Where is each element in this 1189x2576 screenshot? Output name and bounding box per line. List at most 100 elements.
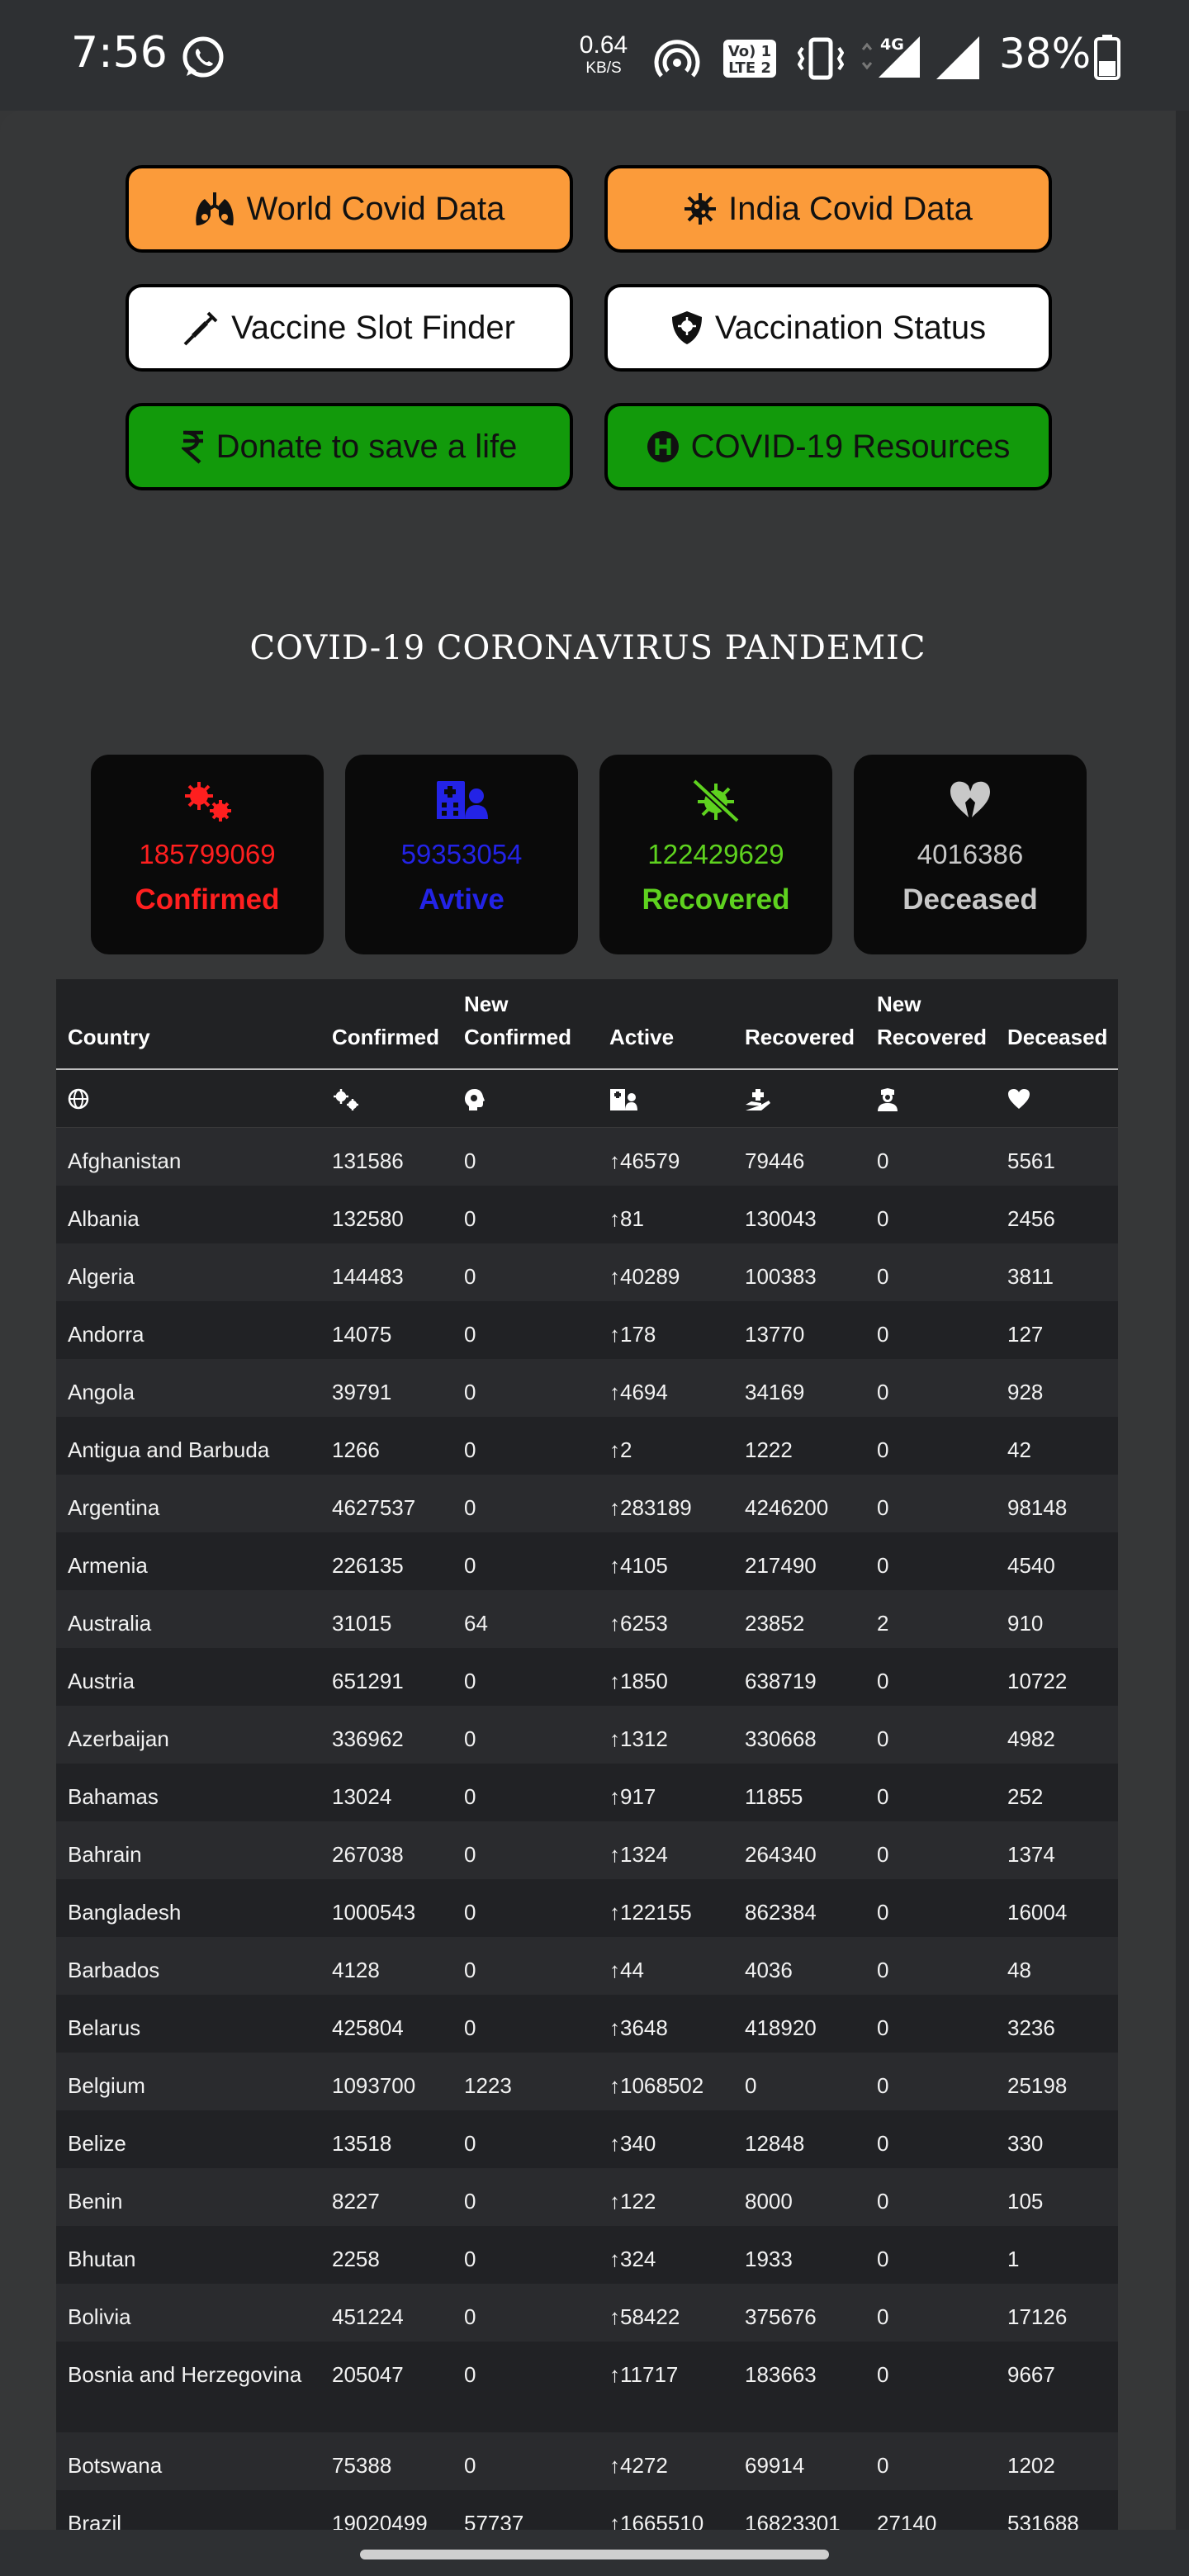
viruses-icon: [185, 782, 231, 822]
header-new-confirmed[interactable]: New Confirmed: [464, 987, 588, 1054]
cell-active: ↑46579: [609, 1148, 680, 1173]
table-row[interactable]: Belgium 1093700 1223 ↑1068502 0 0 25198: [56, 2053, 1118, 2110]
cell-new-recovered: 0: [877, 1900, 889, 1925]
cell-deceased: 9667: [1007, 2362, 1055, 2387]
cell-new-confirmed: 0: [464, 1958, 476, 1982]
vaccination-status-label: Vaccination Status: [714, 309, 987, 346]
cell-new-confirmed: 0: [464, 1148, 476, 1173]
table-row[interactable]: Barbados 4128 0 ↑44 4036 0 48: [56, 1937, 1118, 1995]
cell-country: Benin: [68, 2189, 123, 2214]
table-row[interactable]: Angola 39791 0 ↑4694 34169 0 928: [56, 1359, 1118, 1417]
cell-confirmed: 8227: [332, 2189, 380, 2214]
covid-resources-button[interactable]: COVID-19 Resources: [604, 403, 1052, 490]
cell-active: ↑917: [609, 1784, 656, 1809]
cell-confirmed: 336962: [332, 1726, 404, 1751]
table-row[interactable]: Bahrain 267038 0 ↑1324 264340 0 1374: [56, 1821, 1118, 1879]
table-row[interactable]: Austria 651291 0 ↑1850 638719 0 10722: [56, 1648, 1118, 1706]
cell-country: Afghanistan: [68, 1148, 182, 1173]
signal-4g-icon: 4G: [861, 36, 920, 78]
vaccination-status-button[interactable]: Vaccination Status: [604, 284, 1052, 372]
cell-new-confirmed: 0: [464, 1669, 476, 1693]
network-type-label: 4G: [880, 36, 904, 54]
cell-country: Andorra: [68, 1322, 144, 1347]
header-deceased[interactable]: Deceased: [1007, 1020, 1107, 1054]
lungs-virus-icon: [195, 192, 234, 225]
table-row[interactable]: Bolivia 451224 0 ↑58422 375676 0 17126: [56, 2284, 1118, 2342]
table-row[interactable]: Albania 132580 0 ↑81 130043 0 2456: [56, 1186, 1118, 1243]
world-covid-data-button[interactable]: World Covid Data: [126, 165, 573, 253]
cell-new-confirmed: 0: [464, 1553, 476, 1578]
stat-recovered: 122429629 Recovered: [599, 755, 832, 954]
cell-new-recovered: 0: [877, 1669, 889, 1693]
cell-recovered: 330668: [745, 1726, 817, 1751]
cell-country: Bahrain: [68, 1842, 142, 1867]
cell-confirmed: 39791: [332, 1380, 392, 1404]
table-row[interactable]: Bhutan 2258 0 ↑324 1933 0 1: [56, 2226, 1118, 2284]
confirmed-count: 185799069: [139, 839, 276, 869]
cell-deceased: 4540: [1007, 1553, 1055, 1578]
vaccine-slot-finder-button[interactable]: Vaccine Slot Finder: [126, 284, 573, 372]
table-row[interactable]: Algeria 144483 0 ↑40289 100383 0 3811: [56, 1243, 1118, 1301]
donate-button[interactable]: Donate to save a life: [126, 403, 573, 490]
hotspot-icon: [654, 40, 700, 78]
cell-deceased: 2456: [1007, 1206, 1055, 1231]
cell-deceased: 5561: [1007, 1148, 1055, 1173]
table-row[interactable]: Botswana 75388 0 ↑4272 69914 0 1202: [56, 2432, 1118, 2490]
table-row[interactable]: Andorra 14075 0 ↑178 13770 0 127: [56, 1301, 1118, 1359]
cell-new-confirmed: 0: [464, 1206, 476, 1231]
cell-new-confirmed: 1223: [464, 2073, 512, 2098]
india-covid-data-button[interactable]: India Covid Data: [604, 165, 1052, 253]
table-row[interactable]: Belarus 425804 0 ↑3648 418920 0 3236: [56, 1995, 1118, 2053]
cell-new-confirmed: 64: [464, 1611, 488, 1636]
cell-active: ↑6253: [609, 1611, 668, 1636]
cell-deceased: 928: [1007, 1380, 1044, 1404]
header-new-recovered[interactable]: New Recovered: [877, 987, 1001, 1054]
cell-confirmed: 4627537: [332, 1495, 416, 1520]
cell-deceased: 25198: [1007, 2073, 1068, 2098]
stat-confirmed: 185799069 Confirmed: [91, 755, 324, 954]
cell-active: ↑283189: [609, 1495, 692, 1520]
table-row[interactable]: Bahamas 13024 0 ↑917 11855 0 252: [56, 1764, 1118, 1821]
cell-country: Bangladesh: [68, 1900, 182, 1925]
cell-confirmed: 226135: [332, 1553, 404, 1578]
header-confirmed[interactable]: Confirmed: [332, 1020, 439, 1054]
table-row[interactable]: Azerbaijan 336962 0 ↑1312 330668 0 4982: [56, 1706, 1118, 1764]
cell-new-recovered: 2: [877, 1611, 889, 1636]
cell-active: ↑178: [609, 1322, 656, 1347]
cell-new-recovered: 0: [877, 1437, 889, 1462]
cell-new-recovered: 0: [877, 1842, 889, 1867]
table-row[interactable]: Bangladesh 1000543 0 ↑122155 862384 0 16004: [56, 1879, 1118, 1937]
cell-confirmed: 132580: [332, 1206, 404, 1231]
table-row[interactable]: Belize 13518 0 ↑340 12848 0 330: [56, 2110, 1118, 2168]
virus-slash-icon: [692, 779, 740, 822]
cell-deceased: 1374: [1007, 1842, 1055, 1867]
table-header: Country Confirmed New Confirmed Active R…: [56, 979, 1118, 1070]
donate-label: Donate to save a life: [216, 428, 518, 465]
head-virus-icon: [465, 1089, 485, 1110]
header-active[interactable]: Active: [609, 1020, 674, 1054]
scroll-track[interactable]: [1176, 111, 1189, 2530]
home-handle[interactable]: [360, 2550, 829, 2559]
cell-recovered: 183663: [745, 2362, 817, 2387]
cell-confirmed: 14075: [332, 1322, 392, 1347]
cell-deceased: 4982: [1007, 1726, 1055, 1751]
cell-deceased: 10722: [1007, 1669, 1068, 1693]
cell-confirmed: 31015: [332, 1611, 392, 1636]
cell-country: Bhutan: [68, 2247, 136, 2271]
table-row[interactable]: Armenia 226135 0 ↑4105 217490 0 4540: [56, 1532, 1118, 1590]
table-row[interactable]: Argentina 4627537 0 ↑283189 4246200 0 98148: [56, 1475, 1118, 1532]
table-row[interactable]: Bosnia and Herzegovina 205047 0 ↑11717 18366…: [56, 2342, 1118, 2432]
heart-icon: [1008, 1089, 1030, 1109]
table-row[interactable]: Australia 31015 64 ↑6253 23852 2 910: [56, 1590, 1118, 1648]
cell-confirmed: 425804: [332, 2015, 404, 2040]
vaccine-slot-finder-label: Vaccine Slot Finder: [231, 309, 515, 346]
header-country[interactable]: Country: [68, 1020, 150, 1054]
cell-new-confirmed: 0: [464, 1322, 476, 1347]
cell-new-recovered: 0: [877, 2453, 889, 2478]
header-recovered[interactable]: Recovered: [745, 1020, 855, 1054]
table-row[interactable]: Antigua and Barbuda 1266 0 ↑2 1222 0 42: [56, 1417, 1118, 1475]
cell-new-confirmed: 0: [464, 2131, 476, 2156]
cell-deceased: 48: [1007, 1958, 1031, 1982]
table-row[interactable]: Benin 8227 0 ↑122 8000 0 105: [56, 2168, 1118, 2226]
table-row[interactable]: Afghanistan 131586 0 ↑46579 79446 0 5561: [56, 1128, 1118, 1186]
